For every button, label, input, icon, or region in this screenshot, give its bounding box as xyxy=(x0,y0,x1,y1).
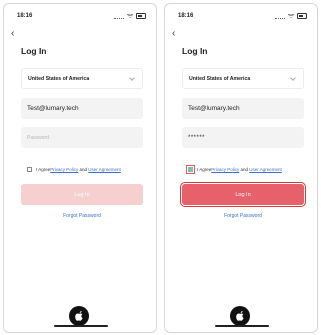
home-indicator xyxy=(215,325,269,327)
chevron-down-icon xyxy=(290,75,296,81)
chevron-down-icon xyxy=(129,75,135,81)
phone-screen-empty: 18:16 ‹ Log In United States of America … xyxy=(3,3,157,333)
user-agreement-link[interactable]: User Agreement xyxy=(249,167,282,172)
country-value: United States of America xyxy=(28,75,90,82)
forgot-password-link[interactable]: Forgot Password xyxy=(21,213,143,219)
email-value: Test@lumary.tech xyxy=(188,105,240,112)
apple-icon xyxy=(235,311,244,321)
page-title: Log In xyxy=(182,46,208,56)
apple-icon xyxy=(74,311,83,321)
back-chevron-icon[interactable]: ‹ xyxy=(11,29,21,39)
wifi-icon xyxy=(288,14,294,18)
email-field[interactable]: Test@lumary.tech xyxy=(182,98,304,119)
status-time: 18:16 xyxy=(178,13,194,19)
email-value: Test@lumary.tech xyxy=(27,105,79,112)
battery-icon xyxy=(297,13,307,19)
password-field[interactable]: ****** xyxy=(182,127,304,148)
status-bar: 18:16 xyxy=(178,13,307,23)
system-icons xyxy=(275,13,307,19)
signal-icon xyxy=(114,14,124,19)
signal-icon xyxy=(275,14,285,19)
login-button[interactable]: Log In xyxy=(21,184,143,205)
password-placeholder: Password xyxy=(27,134,49,141)
login-button[interactable]: Log In xyxy=(180,182,306,207)
agreement-checkbox[interactable] xyxy=(186,165,195,174)
system-icons xyxy=(114,13,146,19)
country-value: United States of America xyxy=(189,75,251,82)
privacy-policy-link[interactable]: Privacy Policy xyxy=(50,167,78,172)
apple-login-button[interactable] xyxy=(230,306,250,326)
wifi-icon xyxy=(127,14,133,18)
page-title: Log In xyxy=(21,46,47,56)
email-field[interactable]: Test@lumary.tech xyxy=(21,98,143,119)
agreement-text: I AgreePrivacy Policy and User Agreement xyxy=(36,167,121,172)
country-selector[interactable]: United States of America xyxy=(182,68,304,89)
user-agreement-link[interactable]: User Agreement xyxy=(88,167,121,172)
agreement-text: I AgreePrivacy Policy and User Agreement xyxy=(197,167,282,172)
agreement-checkbox[interactable] xyxy=(27,167,32,172)
status-time: 18:16 xyxy=(17,13,33,19)
agreement-row: I AgreePrivacy Policy and User Agreement xyxy=(186,165,282,174)
phone-screen-filled: 18:16 ‹ Log In United States of America … xyxy=(164,3,318,333)
status-bar: 18:16 xyxy=(17,13,146,23)
battery-icon xyxy=(136,13,146,19)
home-indicator xyxy=(54,325,108,327)
back-chevron-icon[interactable]: ‹ xyxy=(172,29,182,39)
apple-login-button[interactable] xyxy=(69,306,89,326)
forgot-password-link[interactable]: Forgot Password xyxy=(182,213,304,219)
agreement-row: I AgreePrivacy Policy and User Agreement xyxy=(27,167,121,172)
password-field[interactable]: Password xyxy=(21,127,143,148)
privacy-policy-link[interactable]: Privacy Policy xyxy=(211,167,239,172)
country-selector[interactable]: United States of America xyxy=(21,68,143,89)
password-masked-value: ****** xyxy=(188,134,206,141)
